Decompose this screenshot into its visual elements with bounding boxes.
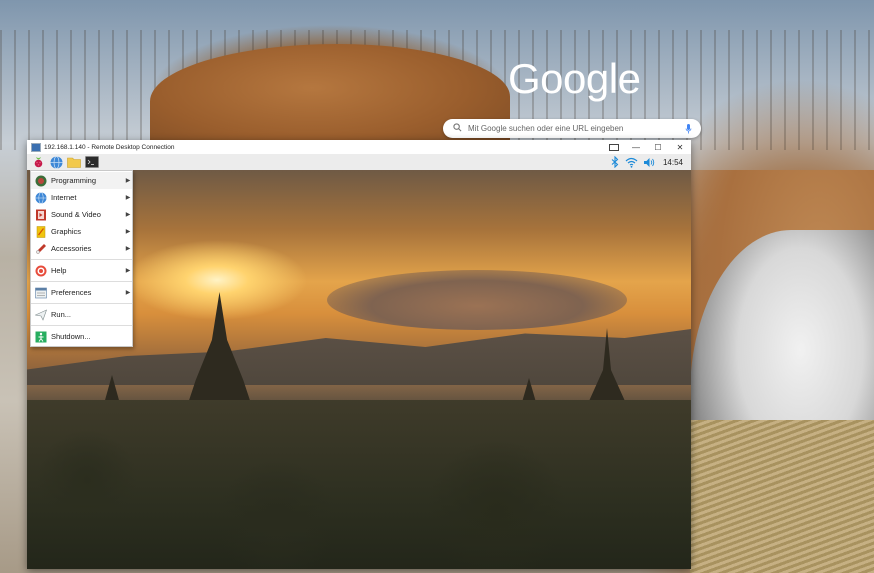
shutdown-icon — [34, 330, 47, 343]
terminal-icon[interactable] — [85, 155, 99, 169]
menu-item-label: Programming — [51, 176, 97, 185]
web-browser-icon[interactable] — [49, 155, 63, 169]
chevron-right-icon: ▶ — [125, 212, 131, 218]
programming-icon — [34, 174, 47, 187]
chevron-right-icon: ▶ — [125, 268, 131, 274]
microphone-icon[interactable] — [681, 123, 695, 134]
menu-item-label: Preferences — [51, 288, 92, 297]
menu-item-label: Graphics — [51, 227, 82, 236]
chevron-right-icon: ▶ — [125, 290, 131, 296]
wifi-icon[interactable] — [625, 155, 639, 169]
menu-item-label: Run... — [51, 310, 72, 319]
rdp-title-bar[interactable]: 192.168.1.140 - Remote Desktop Connectio… — [27, 140, 691, 154]
pi-desktop-wallpaper[interactable]: Programming ▶ Internet ▶ Sound & Video ▶ — [27, 170, 691, 569]
maximize-button[interactable]: ☐ — [647, 140, 669, 154]
help-icon — [34, 264, 47, 277]
remote-desktop-window[interactable]: 192.168.1.140 - Remote Desktop Connectio… — [27, 140, 691, 569]
ground-grass — [690, 420, 874, 573]
minimize-button[interactable]: — — [625, 140, 647, 154]
sound-video-icon — [34, 208, 47, 221]
chevron-right-icon: ▶ — [125, 246, 131, 252]
preferences-icon — [34, 286, 47, 299]
internet-icon — [34, 191, 47, 204]
taskbar-clock[interactable]: 14:54 — [663, 158, 683, 167]
google-logo: Google — [508, 55, 641, 102]
menu-item-preferences[interactable]: Preferences ▶ — [31, 284, 132, 301]
file-manager-icon[interactable] — [67, 155, 81, 169]
google-search-box[interactable] — [443, 119, 701, 138]
menu-separator — [31, 325, 132, 326]
menu-item-help[interactable]: Help ▶ — [31, 262, 132, 279]
menu-item-accessories[interactable]: Accessories ▶ — [31, 240, 132, 257]
menu-item-sound-video[interactable]: Sound & Video ▶ — [31, 206, 132, 223]
menu-separator — [31, 259, 132, 260]
menu-item-label: Sound & Video — [51, 210, 101, 219]
bluetooth-icon[interactable] — [608, 155, 622, 169]
menu-item-label: Help — [51, 266, 67, 275]
close-button[interactable]: ✕ — [669, 140, 691, 154]
volume-icon[interactable] — [642, 155, 656, 169]
start-menu: Programming ▶ Internet ▶ Sound & Video ▶ — [30, 170, 133, 347]
rdp-app-icon — [31, 142, 41, 152]
chevron-right-icon: ▶ — [125, 195, 131, 201]
chevron-right-icon: ▶ — [125, 229, 131, 235]
raspberry-menu-icon[interactable] — [31, 155, 45, 169]
menu-item-programming[interactable]: Programming ▶ — [31, 172, 132, 189]
wallpaper-clouds — [327, 270, 627, 330]
google-search-input[interactable] — [465, 124, 681, 133]
search-icon — [449, 123, 465, 134]
menu-separator — [31, 281, 132, 282]
run-icon — [34, 308, 47, 321]
menu-item-run[interactable]: Run... — [31, 306, 132, 323]
menu-item-graphics[interactable]: Graphics ▶ — [31, 223, 132, 240]
menu-item-internet[interactable]: Internet ▶ — [31, 189, 132, 206]
rdp-title-text: 192.168.1.140 - Remote Desktop Connectio… — [44, 143, 175, 151]
menu-separator — [31, 303, 132, 304]
wallpaper-forest — [27, 400, 691, 569]
menu-item-label: Shutdown... — [51, 332, 91, 341]
accessories-icon — [34, 242, 47, 255]
menu-item-label: Accessories — [51, 244, 92, 253]
graphics-icon — [34, 225, 47, 238]
connection-bar-icon[interactable] — [609, 143, 619, 151]
chevron-right-icon: ▶ — [125, 178, 131, 184]
pi-taskbar: 14:54 — [27, 154, 691, 171]
menu-item-label: Internet — [51, 193, 77, 202]
menu-item-shutdown[interactable]: Shutdown... — [31, 328, 132, 345]
